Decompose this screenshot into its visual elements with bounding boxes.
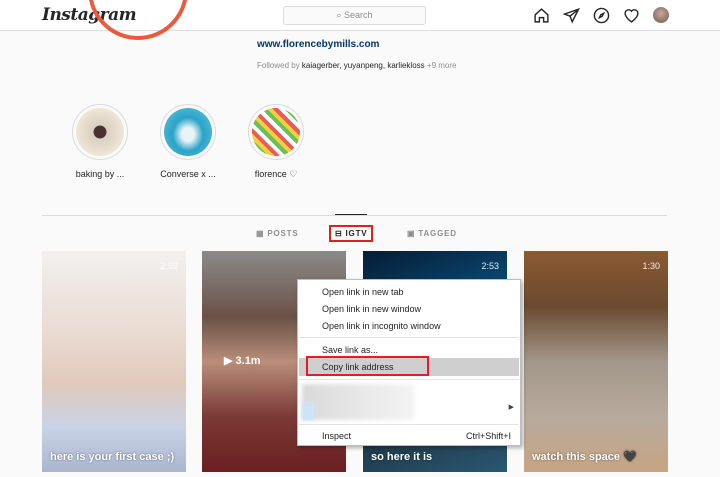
grid-icon: ▦	[256, 229, 268, 238]
tab-tagged[interactable]: ▣ TAGGED	[407, 229, 457, 238]
highlight-florence[interactable]: florence ♡	[246, 104, 306, 180]
highlight-converse[interactable]: Converse x ...	[158, 104, 218, 179]
inspect-shortcut: Ctrl+Shift+I	[465, 431, 511, 441]
menu-separator	[299, 424, 519, 425]
tab-posts[interactable]: ▦ POSTS	[256, 229, 299, 238]
highlight-baking[interactable]: baking by ...	[70, 104, 130, 179]
profile-tabs-divider	[42, 215, 667, 216]
tagged-icon: ▣	[407, 229, 419, 238]
menu-open-incognito[interactable]: Open link in incognito window	[322, 321, 441, 331]
menu-separator	[299, 379, 519, 380]
home-icon[interactable]	[533, 7, 550, 24]
igtv-icon: ⊟	[335, 229, 346, 238]
active-tab-indicator	[335, 214, 367, 215]
explore-compass-icon[interactable]	[593, 7, 610, 24]
search-icon: ⌕	[336, 10, 344, 20]
profile-website-link[interactable]: www.florencebymills.com	[257, 39, 379, 50]
tab-igtv[interactable]: ⊟ IGTV	[329, 225, 374, 242]
profile-avatar[interactable]	[653, 7, 669, 23]
activity-heart-icon[interactable]	[623, 7, 640, 24]
menu-inspect[interactable]: Inspect	[322, 431, 351, 441]
blurred-extension-item[interactable]	[302, 384, 414, 420]
menu-open-new-tab[interactable]: Open link in new tab	[322, 287, 404, 297]
views-count: ▶ 3.1m	[224, 355, 261, 367]
igtv-video-card[interactable]: 2:59 here is your first case ;)	[42, 251, 186, 472]
search-input[interactable]: ⌕ Search	[283, 6, 426, 25]
followed-by-text[interactable]: Followed by kaiagerber, yuyanpeng, karli…	[257, 61, 456, 70]
submenu-arrow-icon: ▶	[508, 404, 514, 411]
blurred-extension-icon	[302, 402, 314, 420]
menu-separator	[299, 337, 519, 338]
direct-message-icon[interactable]	[563, 7, 580, 24]
play-icon: ▶	[224, 355, 236, 367]
context-menu: Open link in new tab Open link in new wi…	[297, 279, 521, 446]
profile-picture-ring[interactable]	[88, 0, 188, 40]
menu-save-link-as[interactable]: Save link as...	[322, 345, 378, 355]
highlight-annotation-box	[306, 356, 429, 376]
igtv-video-card[interactable]: 1:30 watch this space 🖤	[524, 251, 668, 472]
menu-open-new-window[interactable]: Open link in new window	[322, 304, 421, 314]
